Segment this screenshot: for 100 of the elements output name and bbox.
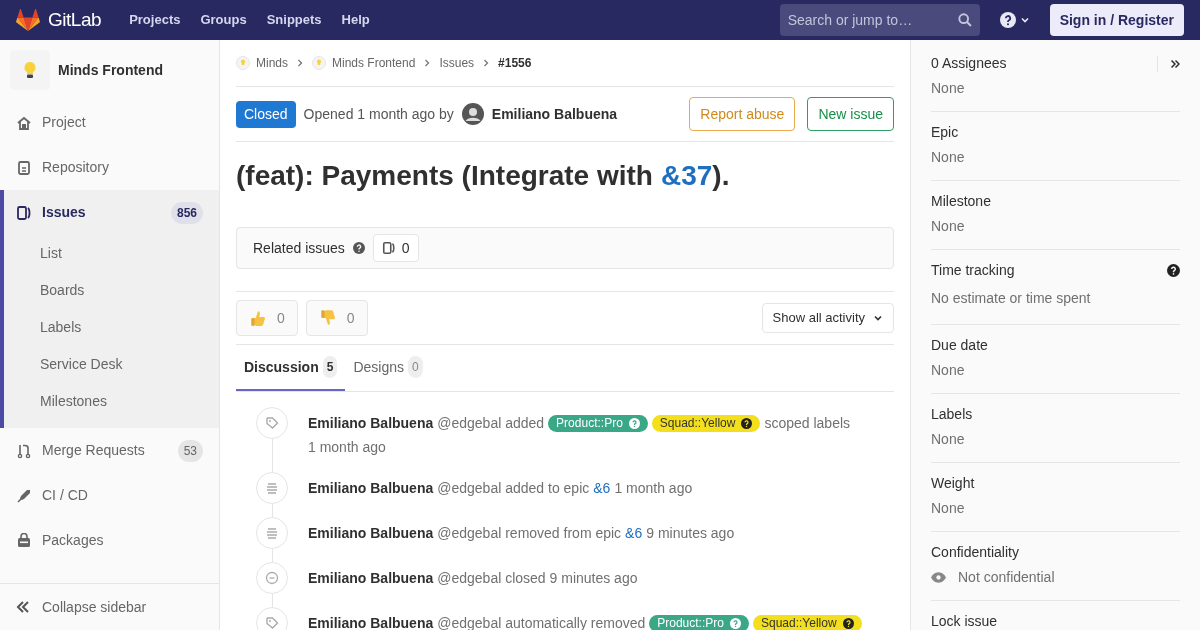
author-name[interactable]: Emiliano Balbuena: [308, 476, 434, 500]
issue-title: (feat): Payments (Integrate with: [236, 159, 653, 193]
author-name[interactable]: Emiliano Balbuena: [308, 521, 434, 545]
author-name[interactable]: Emiliano Balbuena: [308, 611, 434, 630]
nav-link[interactable]: Snippets: [266, 10, 322, 30]
activity-text: @edgebal added: [437, 414, 545, 433]
award-button[interactable]: 0: [305, 300, 368, 336]
tag-icon: [264, 615, 280, 630]
sidebar-block-value: Not confidential: [958, 568, 1055, 587]
nav-link[interactable]: Groups: [200, 10, 247, 30]
submenu-item[interactable]: Milestones: [4, 383, 219, 420]
help-icon: [628, 417, 640, 429]
related-issues-count: 0: [372, 234, 419, 262]
issue-title: ).: [712, 159, 730, 193]
collapse-sidebar-icon: [1170, 58, 1180, 69]
sidebar-block-title: Labels: [931, 405, 974, 424]
sidebar-item[interactable]: Issues 856: [4, 190, 219, 235]
sidebar-block-value: None: [931, 217, 965, 236]
activity-filter-dropdown[interactable]: Show all activity: [761, 303, 894, 333]
sidebar-block-title: 0 Assignees: [931, 54, 1008, 73]
activity-text: 1 month ago: [614, 479, 693, 498]
sidebar-block-value: None: [931, 148, 965, 167]
scoped-label[interactable]: Squad::Yellow: [651, 414, 761, 432]
double-chevron-left-icon: [16, 600, 30, 614]
chevron-down-icon: [873, 313, 883, 323]
activity-text: 9 minutes ago: [646, 524, 735, 543]
submenu-item[interactable]: Labels: [4, 309, 219, 346]
help-icon: [729, 617, 741, 629]
epic-icon: [264, 480, 280, 496]
brand-name[interactable]: GitLab: [48, 5, 102, 35]
sidebar-item[interactable]: Project: [4, 100, 219, 145]
sidebar-block-value: No estimate or time spent: [931, 289, 1091, 308]
closed-icon: [264, 570, 280, 586]
merge-request-icon: [16, 442, 32, 459]
sidebar-item[interactable]: Packages: [4, 518, 219, 563]
sidebar-block-title: Weight: [931, 474, 976, 493]
scoped-label[interactable]: Squad::Yellow: [752, 614, 862, 630]
chevron-right-icon: [423, 58, 432, 68]
sidebar-block-title: Epic: [931, 123, 960, 142]
tab[interactable]: Discussion 5: [236, 345, 346, 391]
author-name[interactable]: Emiliano Balbuena: [308, 566, 434, 590]
lightbulb-icon: [312, 56, 326, 70]
search-field[interactable]: Search or jump to…: [779, 4, 980, 36]
help-icon: [352, 242, 365, 254]
award-button[interactable]: 0: [236, 300, 298, 336]
chevron-right-icon: [482, 58, 491, 68]
breadcrumb-link[interactable]: Minds Frontend: [312, 54, 416, 72]
sidebar-block-value: None: [931, 430, 965, 449]
chevron-down-icon: [1019, 15, 1030, 25]
breadcrumb-current[interactable]: #1556: [498, 54, 532, 72]
activity-text: @edgebal added to epic: [437, 479, 590, 498]
help-icon: [842, 617, 854, 629]
help-icon: [999, 12, 1016, 28]
author-name[interactable]: Emiliano Balbuena: [308, 411, 434, 435]
help-icon: [741, 417, 753, 429]
nav-link[interactable]: Help: [341, 10, 370, 30]
help-icon: [1167, 264, 1180, 277]
chevron-right-icon: [296, 58, 304, 68]
sign-in-button[interactable]: Sign in / Register: [1049, 4, 1184, 36]
submenu-item[interactable]: List: [4, 235, 219, 272]
sidebar-item[interactable]: Merge Requests 53: [4, 428, 219, 473]
epic-link[interactable]: &37: [660, 158, 713, 194]
tag-icon: [264, 415, 280, 431]
lightbulb-icon: [23, 61, 37, 79]
issues-icon: [381, 241, 396, 255]
sidebar-block-value: None: [931, 361, 965, 380]
activity-text: 1 month ago: [308, 438, 386, 457]
thumbs-up-icon: [249, 309, 267, 327]
nav-link[interactable]: Projects: [129, 10, 181, 30]
search-icon: [957, 13, 972, 27]
sidebar-item[interactable]: Repository: [4, 145, 219, 190]
lightbulb-icon: [236, 56, 250, 70]
submenu-item[interactable]: Service Desk: [4, 346, 219, 383]
activity-text: @edgebal removed from epic: [437, 524, 622, 543]
epic-link[interactable]: &6: [625, 521, 643, 545]
issues-icon: [16, 204, 32, 221]
sidebar-block-value: None: [931, 79, 965, 98]
count-badge: 856: [170, 201, 203, 224]
document-icon: [16, 159, 32, 176]
breadcrumb-link[interactable]: Minds: [236, 54, 288, 72]
project-name[interactable]: Minds Frontend: [58, 59, 163, 81]
epic-link[interactable]: &6: [593, 476, 611, 500]
related-issues-label: Related issues: [253, 238, 345, 258]
tab[interactable]: Designs 0: [345, 345, 431, 391]
author-link[interactable]: Emiliano Balbuena: [491, 103, 618, 125]
sidebar-block-title: Milestone: [931, 192, 992, 211]
sidebar-item[interactable]: CI / CD: [4, 473, 219, 518]
sidebar-block-title: Lock issue: [931, 612, 999, 630]
thumbs-down-icon: [318, 309, 337, 327]
new-issue-button[interactable]: New issue: [807, 97, 894, 131]
sidebar-block-title: Time tracking: [931, 261, 1016, 280]
sidebar-block-title: Confidentiality: [931, 543, 1020, 562]
submenu-item[interactable]: Boards: [4, 272, 219, 309]
avatar-icon: [461, 103, 484, 125]
breadcrumb-link[interactable]: Issues: [439, 54, 475, 72]
tanuki-logo-icon: [16, 9, 40, 31]
count-badge: 53: [177, 439, 203, 462]
sidebar-block-title: Due date: [931, 336, 989, 355]
status-badge: Closed: [236, 100, 296, 128]
help-menu-button[interactable]: [999, 12, 1030, 28]
